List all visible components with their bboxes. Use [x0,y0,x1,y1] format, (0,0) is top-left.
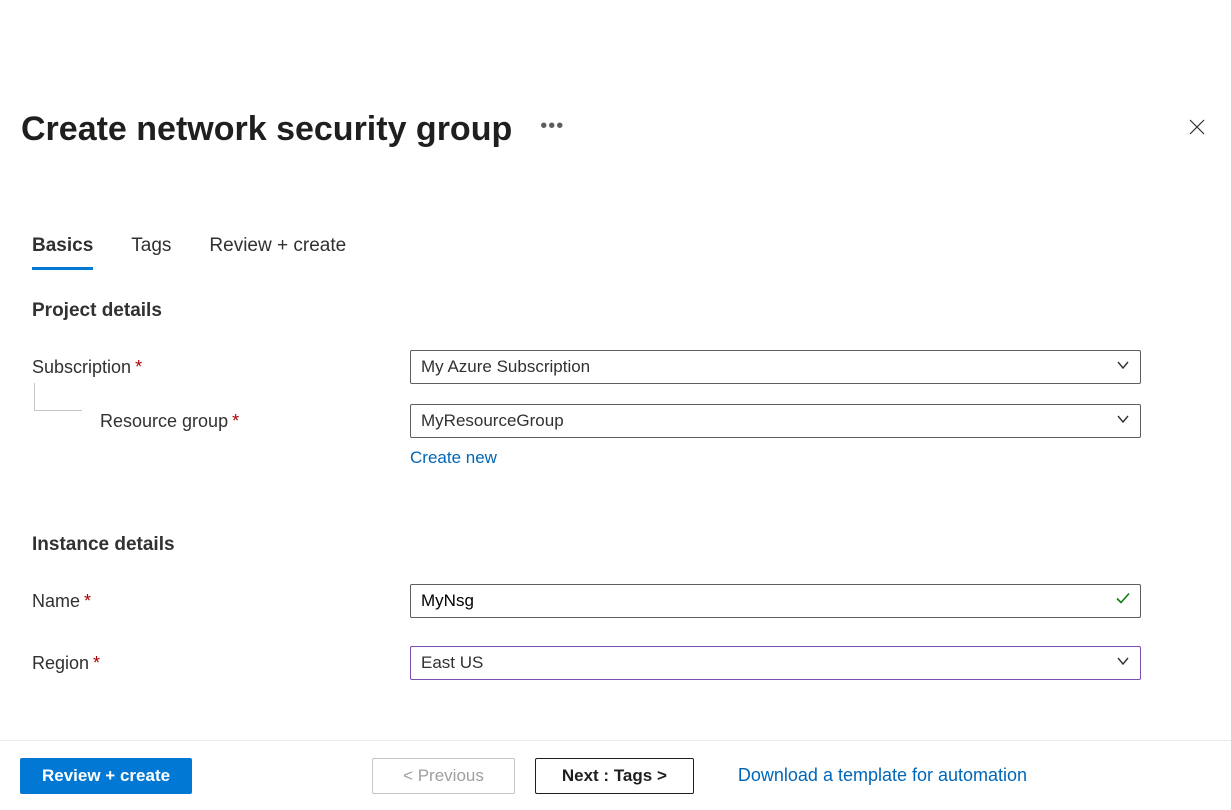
create-new-link[interactable]: Create new [410,448,497,468]
page-title: Create network security group [21,110,512,149]
tab-bar: Basics Tags Review + create [20,235,1211,270]
section-project-details: Project details [20,300,1211,322]
resource-group-select[interactable]: MyResourceGroup [410,404,1141,438]
next-button[interactable]: Next : Tags > [535,758,694,794]
chevron-down-icon [1116,653,1130,673]
label-name: Name* [32,591,91,612]
resource-group-value: MyResourceGroup [421,411,564,431]
footer-bar: Review + create < Previous Next : Tags >… [0,740,1231,810]
required-indicator: * [93,653,100,673]
subscription-value: My Azure Subscription [421,357,590,377]
required-indicator: * [84,591,91,611]
tab-basics[interactable]: Basics [32,235,93,270]
tab-review-create[interactable]: Review + create [209,235,346,270]
region-value: East US [421,653,483,673]
chevron-down-icon [1116,411,1130,431]
label-subscription: Subscription* [32,357,142,378]
indent-connector [34,383,82,411]
check-icon [1115,591,1131,612]
chevron-down-icon [1116,357,1130,377]
previous-button: < Previous [372,758,515,794]
tab-tags[interactable]: Tags [131,235,171,270]
label-resource-group: Resource group* [100,411,239,432]
label-region: Region* [32,653,100,674]
name-input[interactable] [410,584,1141,618]
close-icon[interactable] [1183,112,1211,147]
download-template-link[interactable]: Download a template for automation [738,765,1027,786]
region-select[interactable]: East US [410,646,1141,680]
required-indicator: * [135,357,142,377]
section-instance-details: Instance details [20,534,1211,556]
review-create-button[interactable]: Review + create [20,758,192,794]
subscription-select[interactable]: My Azure Subscription [410,350,1141,384]
required-indicator: * [232,411,239,431]
more-actions-icon[interactable]: ••• [540,115,564,138]
